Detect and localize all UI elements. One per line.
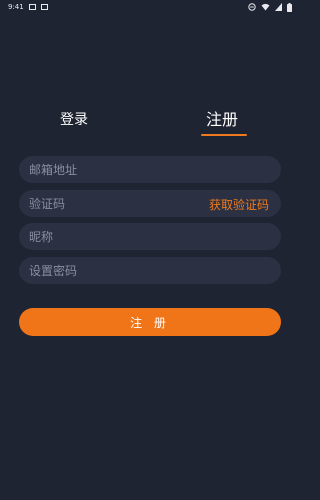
do-not-disturb-icon bbox=[248, 3, 256, 11]
get-code-button[interactable]: 获取验证码 bbox=[209, 196, 269, 213]
status-time: 9:41 bbox=[8, 3, 24, 11]
verification-code-field[interactable]: 获取验证码 bbox=[19, 190, 281, 217]
email-input[interactable] bbox=[29, 162, 271, 177]
status-bar: 9:41 bbox=[0, 0, 300, 14]
status-right bbox=[248, 2, 292, 12]
gallery-notification-icon bbox=[28, 4, 36, 10]
tab-login[interactable]: 登录 bbox=[60, 110, 88, 130]
nickname-field[interactable] bbox=[19, 223, 281, 250]
tab-active-indicator bbox=[201, 134, 247, 136]
signal-icon bbox=[275, 3, 282, 11]
register-button[interactable]: 注 册 bbox=[19, 308, 281, 336]
auth-tabs: 登录 注册 bbox=[0, 110, 300, 142]
verification-code-input[interactable] bbox=[29, 196, 199, 211]
wifi-icon bbox=[261, 3, 270, 11]
tab-register[interactable]: 注册 bbox=[206, 110, 238, 130]
app-notification-icon bbox=[40, 4, 48, 10]
password-field[interactable] bbox=[19, 257, 281, 284]
password-input[interactable] bbox=[29, 263, 271, 278]
battery-icon bbox=[287, 2, 292, 12]
status-left: 9:41 bbox=[8, 3, 48, 11]
email-field[interactable] bbox=[19, 156, 281, 183]
nickname-input[interactable] bbox=[29, 229, 271, 244]
